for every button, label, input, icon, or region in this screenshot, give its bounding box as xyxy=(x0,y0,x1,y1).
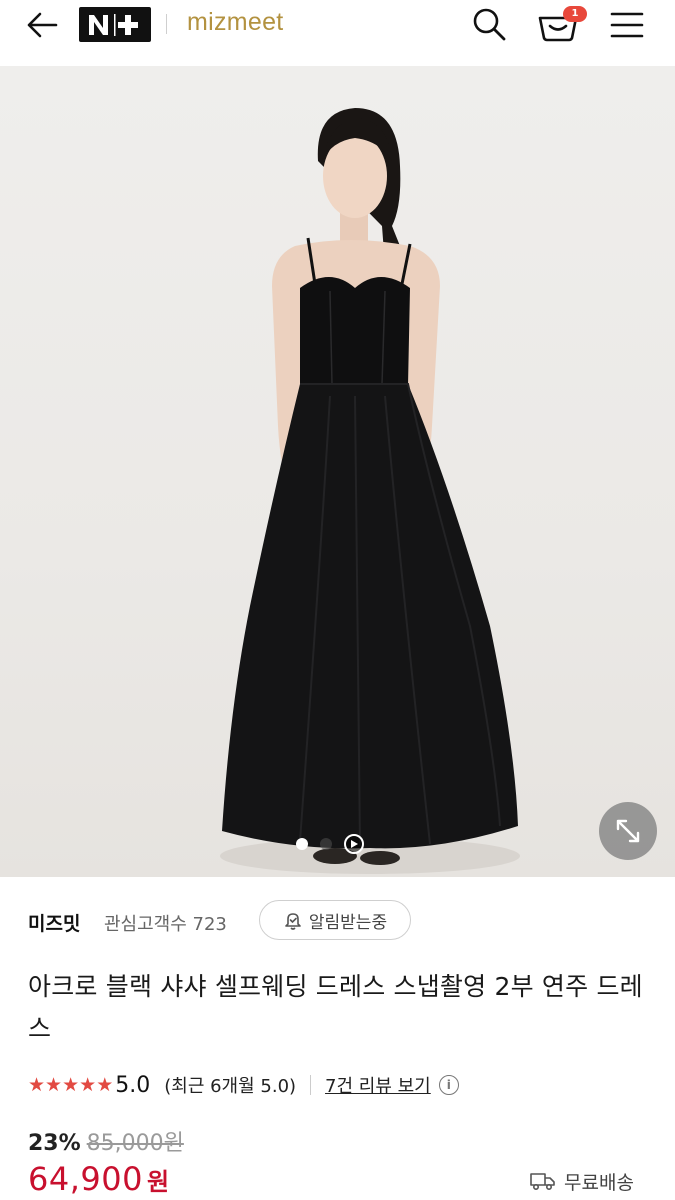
follow-alert-button[interactable]: 알림받는중 xyxy=(259,900,411,940)
discount-rate: 23% xyxy=(28,1131,81,1156)
naver-plus-logo[interactable] xyxy=(79,7,151,42)
brand-logo[interactable]: mizmeet xyxy=(187,6,284,38)
product-image-gallery[interactable] xyxy=(0,66,675,877)
product-photo xyxy=(220,108,520,874)
shipping-label: 무료배송 xyxy=(564,1171,634,1194)
pager-dot[interactable] xyxy=(320,838,332,850)
product-title: 아크로 블랙 샤샤 셀프웨딩 드레스 스냅촬영 2부 연주 드레스 xyxy=(28,972,643,1043)
top-app-bar: mizmeet 1 xyxy=(0,0,675,66)
expand-image-button[interactable] xyxy=(599,802,657,860)
cart-count-badge: 1 xyxy=(563,6,587,22)
sale-price-row: 64,900 원 xyxy=(28,1160,169,1200)
menu-button[interactable] xyxy=(606,6,648,44)
hamburger-menu-icon xyxy=(610,12,644,38)
seller-name[interactable]: 미즈밋 xyxy=(28,909,80,936)
search-icon xyxy=(473,8,506,41)
video-slide-button[interactable] xyxy=(344,834,364,854)
original-price: 85,000원 xyxy=(86,1131,184,1156)
discount-row: 23% 85,000원 xyxy=(28,1125,184,1156)
star-rating: ★ ★ ★ ★ ★ xyxy=(28,1075,113,1095)
price-unit: 원 xyxy=(146,1168,170,1196)
shipping-info[interactable]: 무료배송 xyxy=(530,1166,634,1196)
rating-row: ★ ★ ★ ★ ★ 5.0 (최근 6개월 5.0) 7건 리뷰 보기 i xyxy=(28,1070,658,1100)
star-icon: ★ xyxy=(79,1074,97,1096)
rating-recent: (최근 6개월 5.0) xyxy=(164,1076,297,1097)
review-link[interactable]: 7건 리뷰 보기 xyxy=(325,1072,431,1098)
play-icon xyxy=(351,840,358,848)
sale-price: 64,900 xyxy=(28,1160,143,1198)
divider xyxy=(310,1075,312,1095)
star-icon: ★ xyxy=(96,1074,114,1096)
logo-divider xyxy=(166,14,167,34)
search-button[interactable] xyxy=(468,4,510,44)
star-icon: ★ xyxy=(28,1074,46,1096)
truck-icon xyxy=(530,1173,555,1191)
star-icon: ★ xyxy=(62,1074,80,1096)
seller-followers: 관심고객수 723 xyxy=(104,914,227,935)
n-plus-logo-icon xyxy=(89,13,138,36)
follow-alert-label: 알림받는중 xyxy=(308,912,388,933)
seller-info-row: 미즈밋 관심고객수 723 알림받는중 xyxy=(28,898,648,944)
bell-check-icon xyxy=(285,913,301,930)
gallery-pager xyxy=(296,834,364,854)
expand-arrows-icon xyxy=(616,819,640,843)
pager-dot-active[interactable] xyxy=(296,838,308,850)
back-button[interactable] xyxy=(22,8,62,42)
star-icon: ★ xyxy=(45,1074,63,1096)
arrow-left-icon xyxy=(27,12,58,38)
rating-score: 5.0 xyxy=(115,1072,151,1098)
info-icon[interactable]: i xyxy=(438,1075,459,1095)
